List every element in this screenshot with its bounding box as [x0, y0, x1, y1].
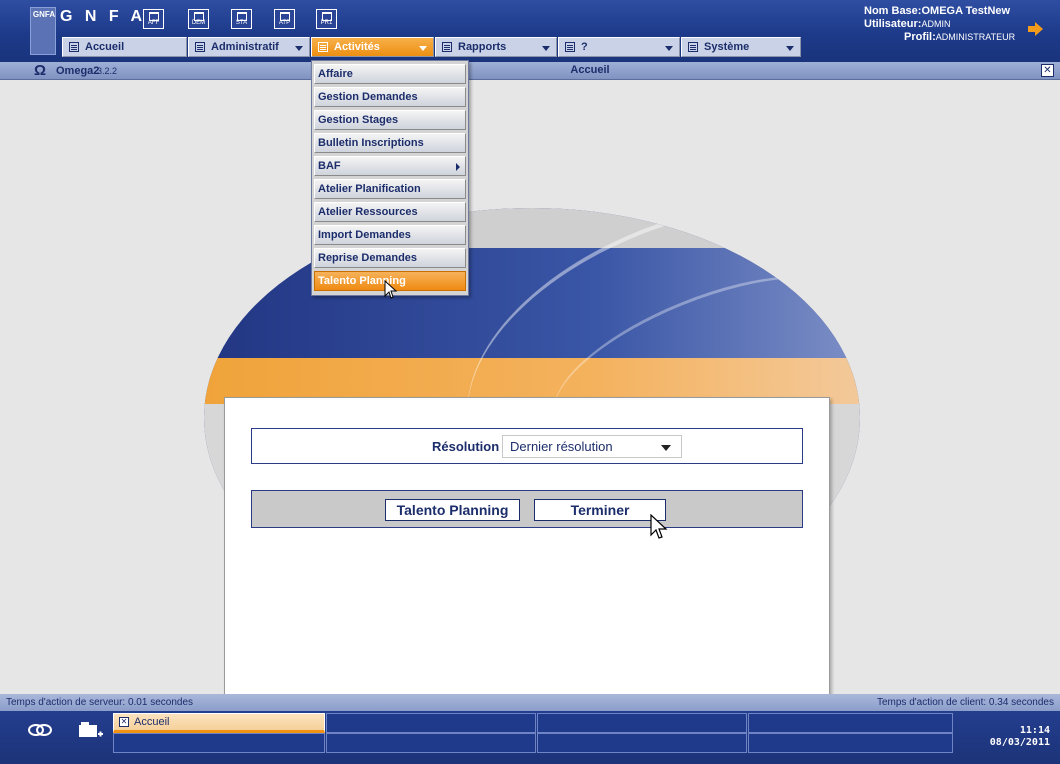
profile-info: Profil:ADMINISTRATEUR — [864, 31, 1054, 44]
server-time-status: Temps d'action de serveur: 0.01 secondes — [6, 697, 194, 708]
dropdown-item[interactable]: Gestion Demandes — [314, 87, 466, 107]
logo-text: GNFA — [32, 10, 56, 19]
taskbar: ✕ Accueil 11:14 08/03/2011 — [0, 711, 1060, 764]
task-slot[interactable] — [326, 713, 536, 733]
menu-label: ? — [581, 41, 588, 53]
menu-list-icon — [318, 42, 328, 52]
dropdown-item-baf[interactable]: BAF — [314, 156, 466, 176]
menu-label: Système — [704, 41, 750, 53]
chevron-right-icon — [456, 163, 460, 171]
chevron-down-icon — [786, 46, 794, 51]
button-row: Talento Planning Terminer — [251, 490, 803, 528]
dropdown-item[interactable]: Gestion Stages — [314, 110, 466, 130]
menu-list-icon — [69, 42, 79, 52]
dem-icon[interactable]: DEM — [188, 9, 209, 29]
window-titlebar: Ω Omega2 3.2.2 Accueil ✕ — [0, 62, 1060, 80]
clock: 11:14 08/03/2011 — [955, 725, 1050, 749]
dropdown-item[interactable]: Import Demandes — [314, 225, 466, 245]
logout-icon[interactable] — [1028, 22, 1044, 36]
menu-systeme[interactable]: Système — [681, 37, 801, 57]
clock-date: 08/03/2011 — [989, 737, 1050, 748]
task-slot[interactable] — [748, 733, 953, 753]
sta-icon[interactable]: STA — [231, 9, 252, 29]
dropdown-item[interactable]: Atelier Ressources — [314, 202, 466, 222]
task-label: Accueil — [134, 716, 170, 728]
user-info: Nom Base:OMEGA TestNew Utilisateur:ADMIN… — [864, 5, 1054, 44]
resolution-row: Résolution Dernier résolution — [251, 428, 803, 464]
base-info: Nom Base:OMEGA TestNew — [864, 5, 1054, 18]
task-slot[interactable] — [113, 733, 325, 753]
atp-icon[interactable]: ATP — [274, 9, 295, 29]
dropdown-item[interactable]: Affaire — [314, 64, 466, 84]
menu-list-icon — [195, 42, 205, 52]
terminer-button[interactable]: Terminer — [534, 499, 666, 521]
menu-label: Activités — [334, 41, 380, 53]
profile-value: ADMINISTRATEUR — [935, 32, 1016, 42]
folder-add-icon[interactable] — [78, 721, 104, 741]
chevron-down-icon — [542, 46, 550, 51]
menu-label: Rapports — [458, 41, 507, 53]
dropdown-item-label: Reprise Demandes — [318, 252, 418, 264]
close-icon[interactable]: ✕ — [119, 717, 129, 727]
task-slot[interactable] — [326, 733, 536, 753]
menu-help[interactable]: ? — [558, 37, 680, 57]
chevron-down-icon — [665, 46, 673, 51]
task-slot[interactable] — [537, 713, 747, 733]
dropdown-item-label: Gestion Demandes — [318, 91, 418, 103]
dropdown-item-label: Atelier Planification — [318, 183, 421, 195]
profile-label: Profil: — [904, 31, 936, 43]
status-bar: Temps d'action de serveur: 0.01 secondes… — [0, 694, 1060, 711]
aff-icon[interactable]: AFF — [143, 9, 164, 29]
resolution-label: Résolution — [432, 439, 500, 454]
menu-administratif[interactable]: Administratif — [188, 37, 310, 57]
task-accueil[interactable]: ✕ Accueil — [113, 713, 325, 733]
pr-icon[interactable]: PR1 — [316, 9, 337, 29]
talento-planning-button[interactable]: Talento Planning — [385, 499, 520, 521]
talento-dialog: Résolution Dernier résolution Talento Pl… — [224, 397, 830, 697]
chevron-down-icon — [295, 46, 303, 51]
user-info-row: Utilisateur:ADMIN — [864, 18, 1054, 31]
base-label: Nom Base: — [864, 5, 922, 17]
base-value: OMEGA TestNew — [921, 5, 1011, 17]
workspace: Résolution Dernier résolution Talento Pl… — [0, 80, 1060, 697]
resolution-select[interactable]: Dernier résolution — [502, 435, 682, 458]
client-time-status: Temps d'action de client: 0.34 secondes — [876, 697, 1054, 708]
menu-list-icon — [442, 42, 452, 52]
brand-title: G N F A — [60, 8, 147, 25]
task-slot[interactable] — [537, 733, 747, 753]
menu-rapports[interactable]: Rapports — [435, 37, 557, 57]
menu-list-icon — [565, 42, 575, 52]
window-title: Accueil — [570, 64, 610, 76]
top-header: GNFA G N F A AFF DEM STA ATP PR1 Accueil… — [0, 0, 1060, 62]
dropdown-item-label: Import Demandes — [318, 229, 411, 241]
link-icon[interactable] — [28, 721, 52, 739]
menu-label: Administratif — [211, 41, 279, 53]
activites-dropdown: Affaire Gestion Demandes Gestion Stages … — [311, 60, 469, 296]
user-label: Utilisateur: — [864, 18, 922, 30]
gnfa-logo: GNFA — [30, 7, 56, 55]
user-value: ADMIN — [921, 19, 951, 29]
dropdown-item-label: Atelier Ressources — [318, 206, 418, 218]
dropdown-item[interactable]: Bulletin Inscriptions — [314, 133, 466, 153]
menu-accueil[interactable]: Accueil — [62, 37, 187, 57]
close-button[interactable]: ✕ — [1041, 64, 1054, 77]
chevron-down-icon — [661, 445, 671, 451]
app-window: GNFA G N F A AFF DEM STA ATP PR1 Accueil… — [0, 0, 1060, 764]
chevron-down-icon — [419, 46, 427, 51]
dropdown-item[interactable]: Reprise Demandes — [314, 248, 466, 268]
dropdown-item-label: BAF — [318, 160, 341, 172]
dropdown-item-label: Bulletin Inscriptions — [318, 137, 424, 149]
menu-label: Accueil — [85, 41, 125, 53]
resolution-value: Dernier résolution — [510, 439, 613, 454]
dropdown-item-label: Affaire — [318, 68, 353, 80]
menu-list-icon — [688, 42, 698, 52]
menu-activites[interactable]: Activités — [311, 37, 434, 57]
dropdown-item-label: Gestion Stages — [318, 114, 399, 126]
dropdown-item[interactable]: Atelier Planification — [314, 179, 466, 199]
clock-time: 11:14 — [1019, 725, 1050, 736]
task-slot[interactable] — [748, 713, 953, 733]
